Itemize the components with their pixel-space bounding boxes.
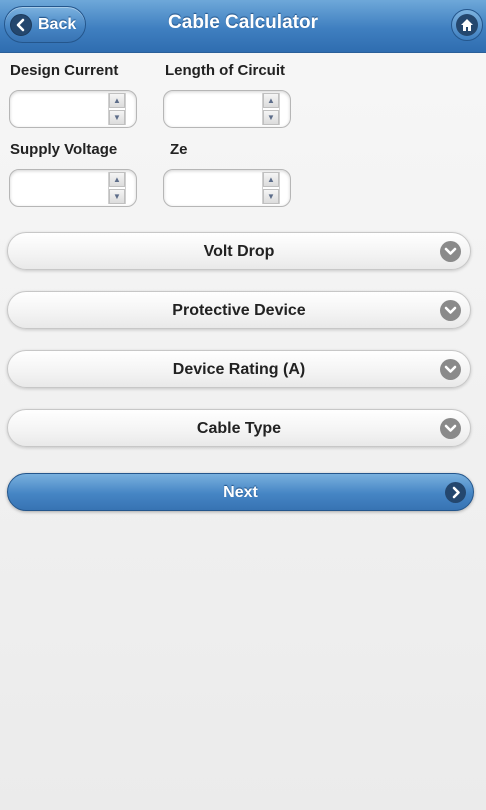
decrement-button[interactable]: ▼ [263,189,279,204]
ze-stepper: ▲ ▼ [262,172,280,204]
protective-device-select[interactable]: Protective Device [7,291,471,329]
design-current-spinner: ▲ ▼ [9,90,137,128]
increment-button[interactable]: ▲ [109,172,125,187]
volt-drop-label: Volt Drop [203,243,275,260]
volt-drop-select[interactable]: Volt Drop [7,232,471,270]
supply-voltage-stepper: ▲ ▼ [108,172,126,204]
cable-type-select[interactable]: Cable Type [7,409,471,447]
decrement-button[interactable]: ▼ [109,110,125,125]
page-title: Cable Calculator [168,12,318,33]
length-of-circuit-label: Length of Circuit [165,62,285,79]
home-button[interactable] [451,9,483,41]
length-of-circuit-stepper: ▲ ▼ [262,93,280,125]
chevron-down-icon [440,300,461,321]
supply-voltage-input[interactable] [16,176,110,202]
design-current-stepper: ▲ ▼ [108,93,126,125]
next-button[interactable]: Next [7,473,474,511]
ze-spinner: ▲ ▼ [163,169,291,207]
supply-voltage-label: Supply Voltage [10,141,118,158]
increment-button[interactable]: ▲ [263,93,279,108]
design-current-input[interactable] [16,97,110,123]
ze-input[interactable] [170,176,264,202]
chevron-down-icon [440,241,461,262]
decrement-button[interactable]: ▼ [263,110,279,125]
increment-button[interactable]: ▲ [263,172,279,187]
design-current-label: Design Current [10,62,119,79]
home-icon [456,14,478,36]
increment-button[interactable]: ▲ [109,93,125,108]
device-rating-select[interactable]: Device Rating (A) [7,350,471,388]
protective-device-label: Protective Device [172,302,306,319]
ze-label: Ze [170,141,188,158]
device-rating-label: Device Rating (A) [172,361,306,378]
next-button-label: Next [223,484,258,501]
chevron-down-icon [440,359,461,380]
supply-voltage-spinner: ▲ ▼ [9,169,137,207]
length-of-circuit-input[interactable] [170,97,264,123]
chevron-down-icon [440,418,461,439]
header-bar: Back Cable Calculator [0,0,486,53]
chevron-right-icon [445,482,466,503]
cable-type-label: Cable Type [196,420,282,437]
decrement-button[interactable]: ▼ [109,189,125,204]
length-of-circuit-spinner: ▲ ▼ [163,90,291,128]
